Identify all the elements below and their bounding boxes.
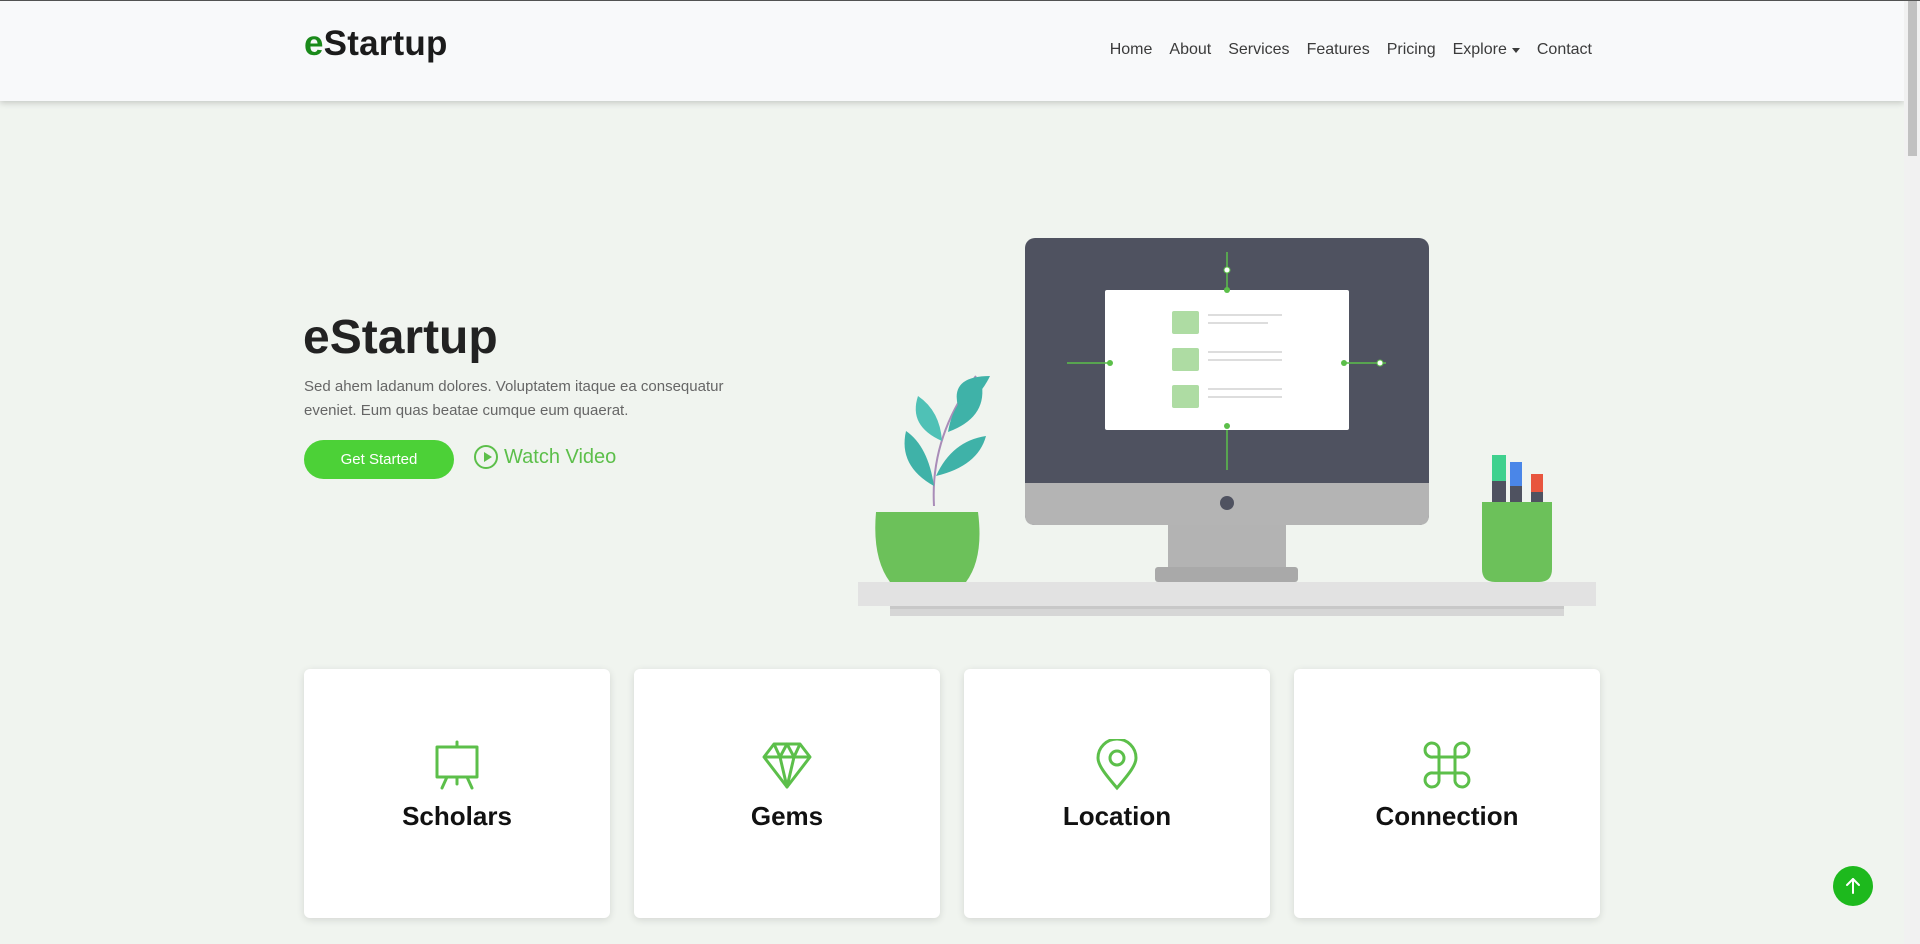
easel-icon: [435, 740, 479, 790]
hero-description: Sed ahem ladanum dolores. Voluptatem ita…: [304, 378, 724, 419]
nav-explore[interactable]: Explore: [1453, 41, 1520, 59]
feature-title: Gems: [750, 801, 824, 831]
feature-title: Scholars: [402, 801, 512, 831]
nav-explore-label: Explore: [1452, 41, 1507, 58]
hero-title: eStartup: [303, 311, 498, 364]
caret-down-icon: [1511, 47, 1520, 53]
play-icon: [474, 445, 498, 469]
location-pin-icon: [1096, 739, 1138, 791]
feature-cards: Scholars Gems Location Connection: [304, 669, 1600, 918]
feature-card-connection[interactable]: Connection: [1294, 669, 1600, 918]
hero-illustration: [858, 238, 1596, 616]
nav-about[interactable]: About: [1169, 41, 1211, 59]
logo-accent-letter: e: [304, 24, 324, 63]
back-to-top-button[interactable]: [1833, 866, 1873, 906]
diamond-icon: [762, 742, 812, 789]
watch-video-link[interactable]: Watch Video: [474, 445, 616, 469]
feature-title: Location: [1062, 801, 1172, 831]
arrow-up-icon: [1846, 878, 1860, 894]
feature-card-gems[interactable]: Gems: [634, 669, 940, 918]
feature-card-location[interactable]: Location: [964, 669, 1270, 918]
nav-contact[interactable]: Contact: [1537, 41, 1592, 59]
nav-pricing[interactable]: Pricing: [1387, 41, 1436, 59]
logo-text: Startup: [323, 24, 448, 63]
watch-video-label: Watch Video: [504, 445, 617, 468]
page-scrollbar[interactable]: [1904, 1, 1920, 944]
feature-title: Connection: [1375, 801, 1519, 831]
logo[interactable]: eStartup: [304, 24, 448, 64]
nav-services[interactable]: Services: [1228, 41, 1289, 59]
main-nav: Home About Services Features Pricing Exp…: [1093, 41, 1592, 59]
get-started-button[interactable]: Get Started: [304, 440, 454, 479]
nav-features[interactable]: Features: [1307, 41, 1370, 59]
nav-home[interactable]: Home: [1110, 41, 1153, 59]
feature-card-scholars[interactable]: Scholars: [304, 669, 610, 918]
command-icon: [1423, 741, 1471, 789]
scrollbar-thumb[interactable]: [1908, 1, 1917, 156]
site-header: eStartup Home About Services Features Pr…: [0, 1, 1904, 101]
